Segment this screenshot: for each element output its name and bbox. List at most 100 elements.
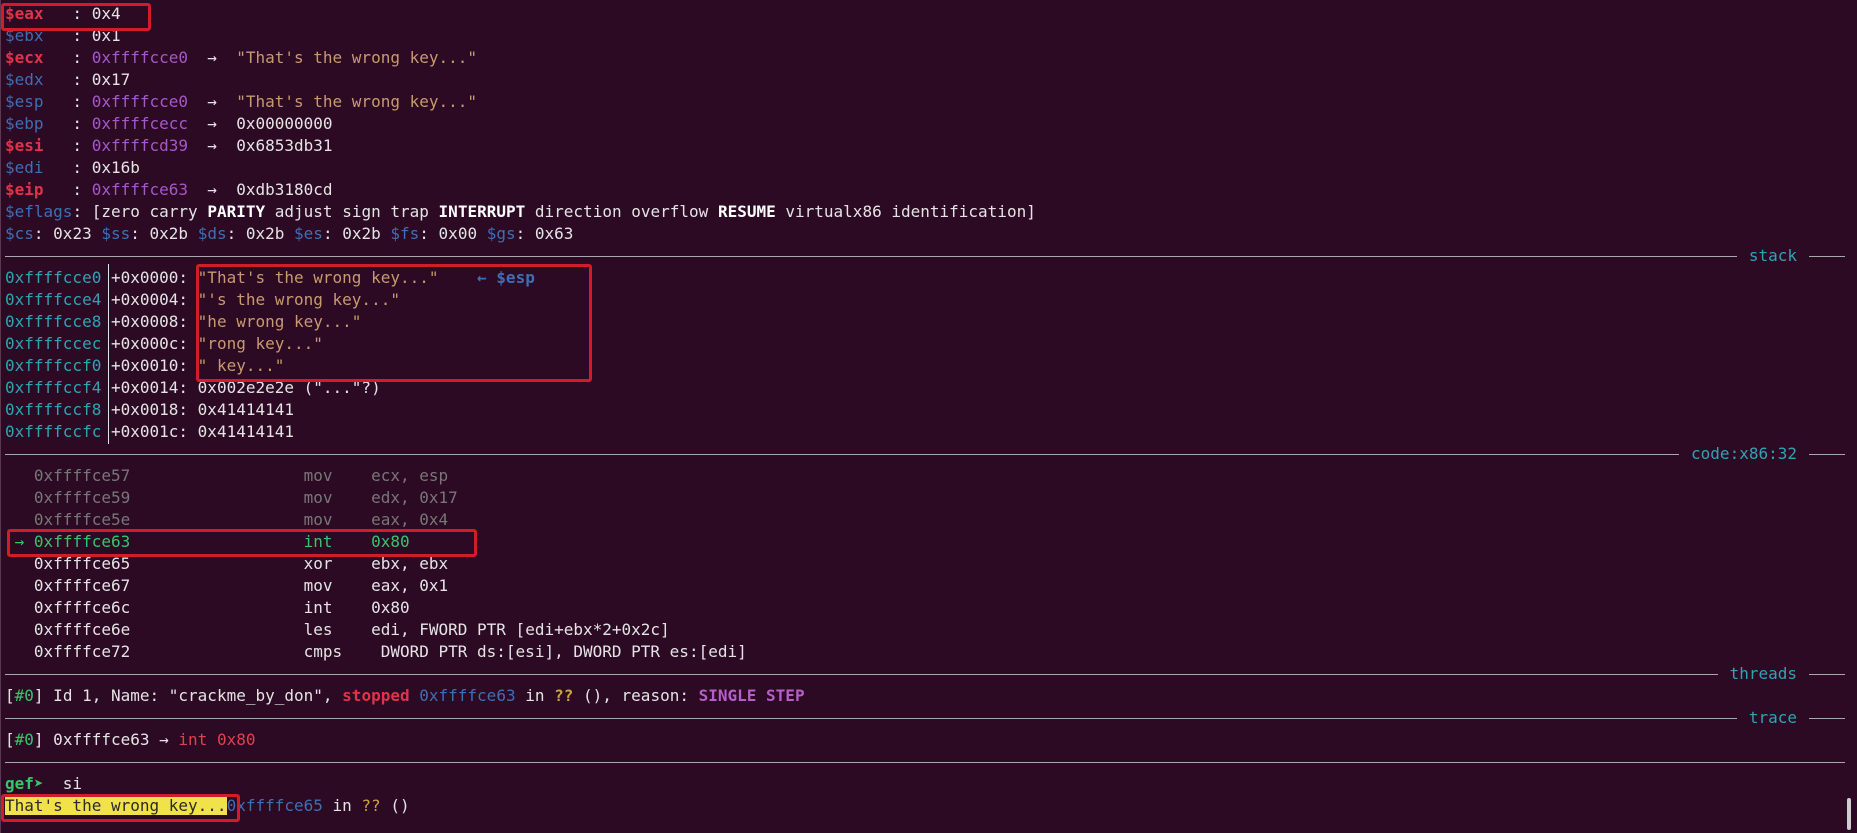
- register-row: $esi : 0xffffcd39 → 0x6853db31: [5, 136, 333, 155]
- stack-address: 0xffffcce4: [5, 290, 102, 309]
- flag: adjust: [274, 202, 333, 221]
- eax-annotation-box: [1, 3, 151, 31]
- register-name: $eip: [5, 180, 44, 199]
- command-line[interactable]: gef➤ si: [5, 773, 82, 795]
- trace-address: 0xffffce63 →: [43, 730, 179, 749]
- code-operands: DWORD PTR ds:[esi], DWORD PTR es:[edi]: [380, 642, 747, 661]
- flag: trap: [390, 202, 429, 221]
- segment-name: $es: [294, 224, 323, 243]
- code-operands: eax, 0x1: [371, 576, 449, 595]
- code-address: 0xffffce57: [33, 466, 131, 485]
- section-label: stack: [1736, 245, 1846, 267]
- bracket: [: [91, 202, 102, 221]
- segment-value: 0x2b: [149, 224, 189, 243]
- stack-offset: +0x001c:: [110, 422, 189, 441]
- code-operands: edx, 0x17: [371, 488, 458, 507]
- register-target: 0xdb3180cd: [236, 180, 333, 199]
- stack-string-annotation-box: [196, 264, 592, 382]
- output-tail: (): [380, 796, 410, 815]
- register-target: 0x6853db31: [236, 136, 333, 155]
- segment-value: 0x23: [53, 224, 92, 243]
- code-operands: eax, 0x4: [371, 510, 449, 529]
- flag: INTERRUPT: [438, 202, 526, 221]
- segment-name: $fs: [390, 224, 420, 243]
- register-target: 0x00000000: [236, 114, 333, 133]
- stack-address: 0xffffccf4: [5, 378, 102, 397]
- flag: zero: [101, 202, 140, 221]
- register-name: $edi: [5, 158, 44, 177]
- separator-rule: [5, 454, 1845, 455]
- register-name: $eflags: [5, 202, 73, 221]
- bracket: ]: [33, 686, 44, 705]
- code-address: 0xffffce67: [33, 576, 131, 595]
- thread-in: in: [515, 686, 555, 705]
- segment-value: 0x2b: [342, 224, 381, 243]
- pointer-arrow: →: [207, 48, 217, 67]
- stack-row: 0xffffccfc +0x001c: 0x41414141: [5, 421, 294, 443]
- register-value: 0xffffcce0: [91, 48, 189, 67]
- bracket: [: [5, 730, 15, 749]
- thread-reason: SINGLE STEP: [698, 686, 805, 705]
- register-name: $esp: [5, 92, 44, 111]
- code-line: 0xffffce6c int 0x80: [5, 597, 410, 619]
- code-mnemonic: mov: [303, 488, 333, 507]
- code-mnemonic: mov: [303, 576, 333, 595]
- output-function: ??: [361, 796, 381, 815]
- threads-separator: threads: [5, 663, 1846, 685]
- bracket: ]: [1026, 202, 1036, 221]
- section-label: code:x86:32: [1679, 443, 1845, 465]
- segment-name: $gs: [486, 224, 516, 243]
- flag: direction: [534, 202, 622, 221]
- end-separator: [5, 751, 1845, 773]
- thread-desc: Id 1, Name: "crackme_by_don",: [43, 686, 343, 705]
- gef-terminal[interactable]: $eax : 0x4 $ebx : 0x1 $ecx : 0xffffcce0 …: [0, 0, 1857, 833]
- register-target: "That's the wrong key...": [236, 48, 478, 67]
- flag: RESUME: [717, 202, 776, 221]
- flag: sign: [342, 202, 381, 221]
- pointer-arrow: →: [207, 180, 217, 199]
- thread-line: [#0] Id 1, Name: "crackme_by_don", stopp…: [5, 685, 805, 707]
- pointer-arrow: →: [207, 136, 217, 155]
- stack-row: 0xffffccf8 +0x0018: 0x41414141: [5, 399, 294, 421]
- flag: overflow: [631, 202, 709, 221]
- pointer-arrow: →: [207, 114, 217, 133]
- segment-name: $cs: [5, 224, 34, 243]
- scrollbar-thumb[interactable]: [1847, 798, 1851, 830]
- stack-offset: +0x0018:: [110, 400, 189, 419]
- code-address: 0xffffce5e: [33, 510, 131, 529]
- command-text[interactable]: si: [63, 774, 82, 793]
- code-line: 0xffffce67 mov eax, 0x1: [5, 575, 448, 597]
- stack-offset: +0x0010:: [110, 356, 189, 375]
- register-row: $edi : 0x16b: [5, 158, 140, 177]
- thread-function: ??: [554, 686, 574, 705]
- register-value: 0xffffcce0: [91, 92, 189, 111]
- register-name: $ecx: [5, 48, 44, 67]
- stack-address: 0xffffccec: [5, 334, 102, 353]
- register-value: 0x17: [91, 70, 131, 89]
- section-label: threads: [1717, 663, 1846, 685]
- segment-name: $ds: [197, 224, 227, 243]
- separator-rule: [5, 674, 1845, 675]
- register-value: 0xffffcecc: [91, 114, 189, 133]
- segment-value: 0x63: [534, 224, 574, 243]
- stack-offset: +0x0014:: [110, 378, 189, 397]
- register-target: "That's the wrong key...": [236, 92, 478, 111]
- flag: virtualx86: [785, 202, 882, 221]
- register-row: $edx : 0x17: [5, 70, 131, 89]
- separator-rule: [5, 256, 1845, 257]
- register-value: 0xffffcd39: [91, 136, 189, 155]
- output-in: in: [322, 796, 362, 815]
- code-line: 0xffffce59 mov edx, 0x17: [5, 487, 458, 509]
- register-row: $ebp : 0xffffcecc → 0x00000000: [5, 114, 333, 133]
- flag: carry: [149, 202, 198, 221]
- thread-reason-label: (), reason:: [573, 686, 699, 705]
- code-operands: ecx, esp: [371, 466, 449, 485]
- trace-separator: trace: [5, 707, 1846, 729]
- register-value: 0x16b: [91, 158, 140, 177]
- code-mnemonic: les: [303, 620, 333, 639]
- code-mnemonic: mov: [303, 466, 333, 485]
- code-line: 0xffffce6e les edi, FWORD PTR [edi+ebx*2…: [5, 619, 670, 641]
- stack-address: 0xffffccf0: [5, 356, 102, 375]
- section-label: trace: [1736, 707, 1846, 729]
- code-operands: edi, FWORD PTR [edi+ebx*2+0x2c]: [371, 620, 670, 639]
